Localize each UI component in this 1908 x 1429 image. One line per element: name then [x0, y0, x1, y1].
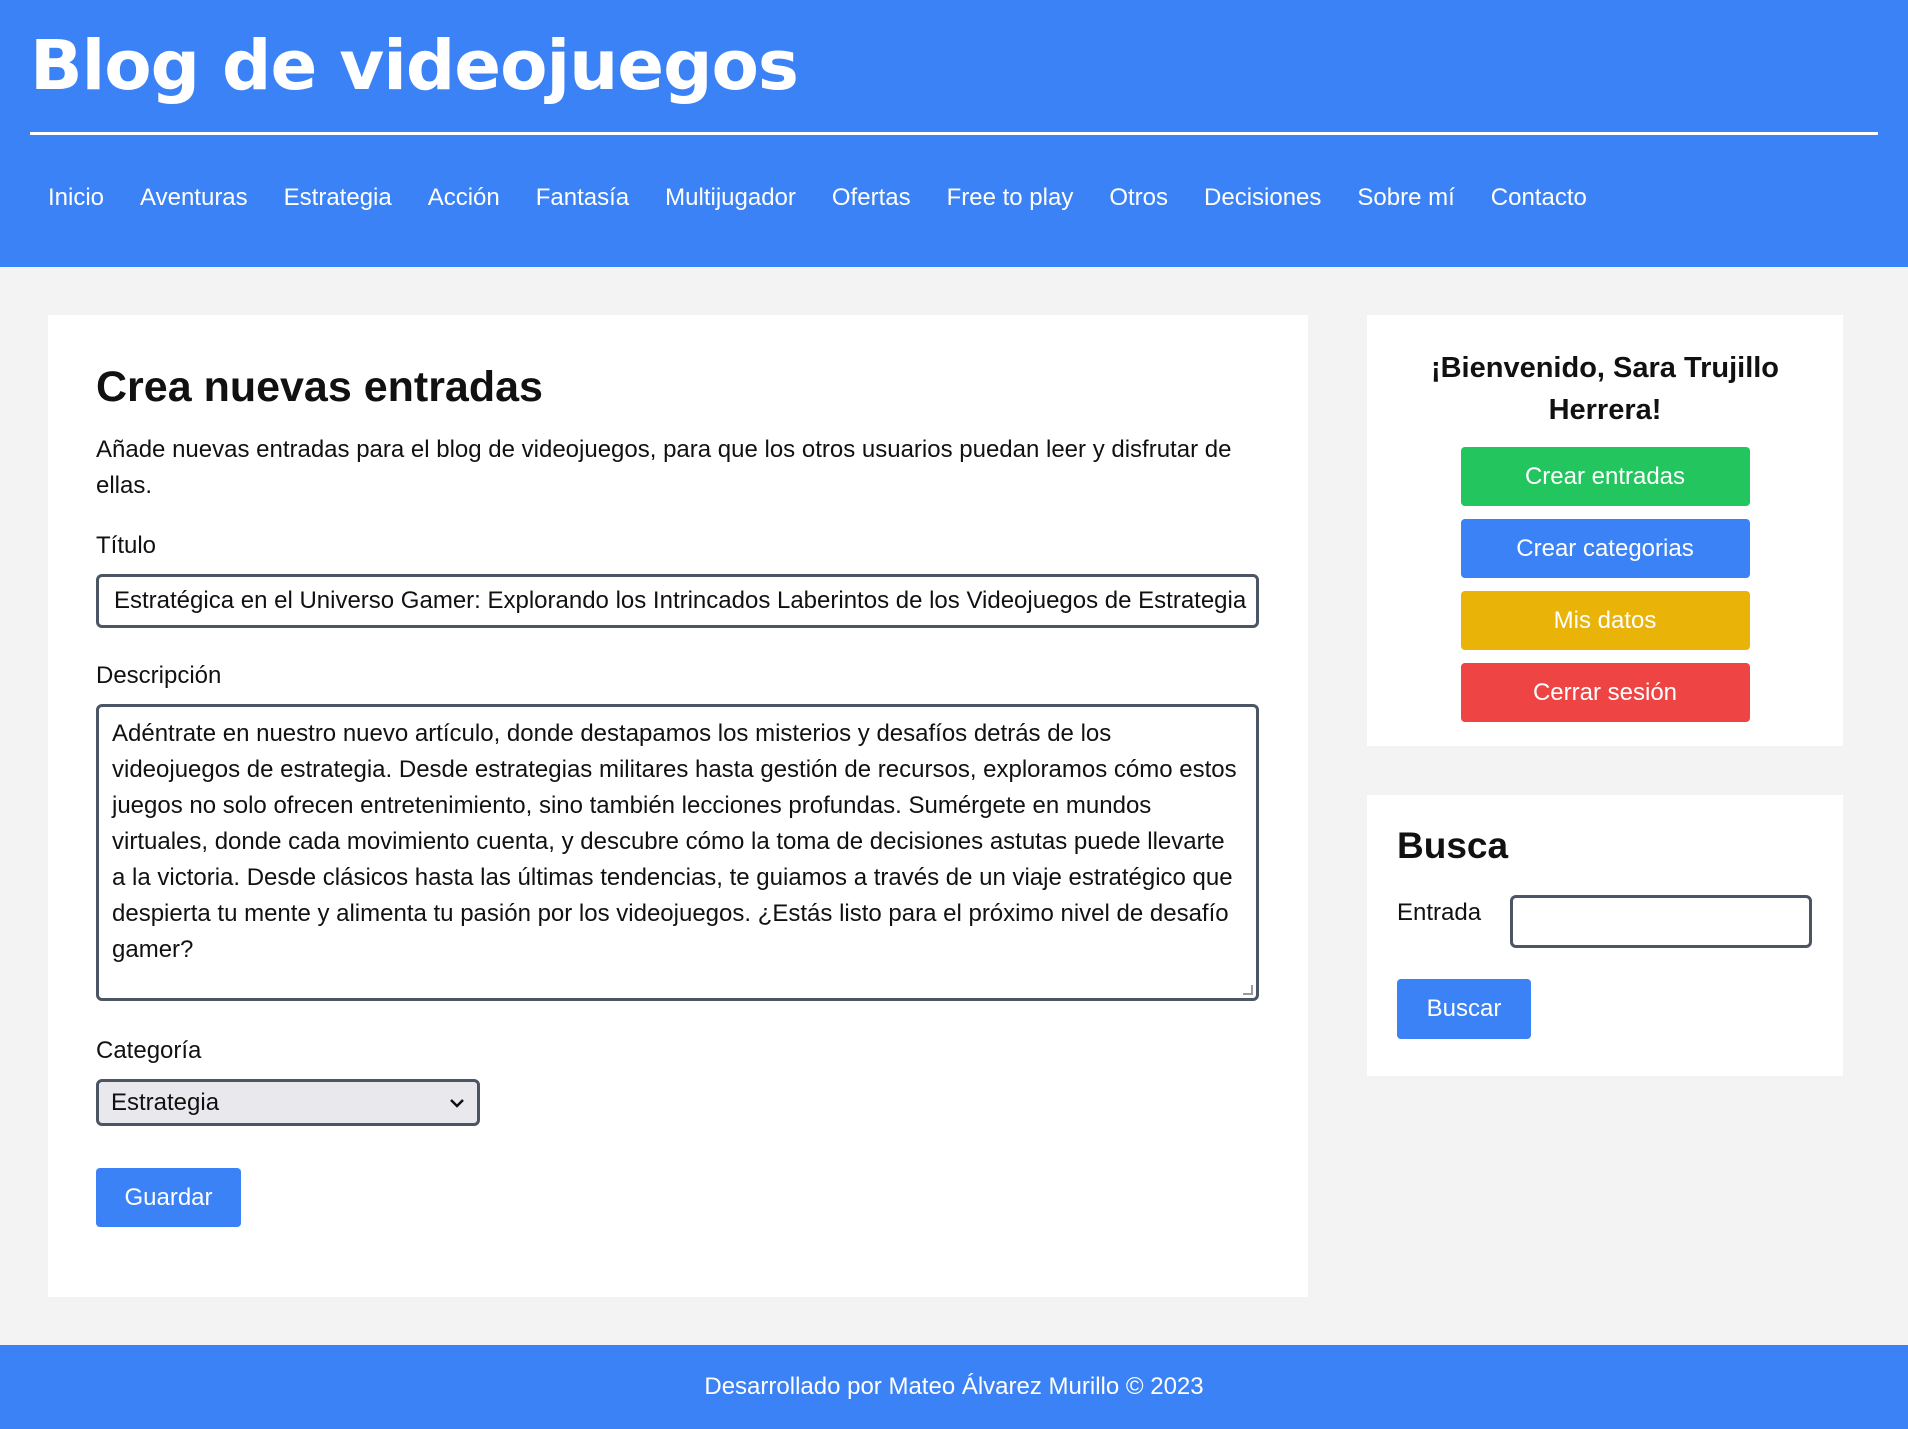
nav-item-multijugador[interactable]: Multijugador — [665, 184, 796, 212]
nav-item-contacto[interactable]: Contacto — [1491, 184, 1587, 212]
site-footer: Desarrollado por Mateo Álvarez Murillo ©… — [0, 1345, 1908, 1429]
nav-item-estrategia[interactable]: Estrategia — [284, 184, 392, 212]
nav-item-accion[interactable]: Acción — [428, 184, 500, 212]
chevron-down-icon — [449, 1092, 465, 1113]
save-button[interactable]: Guardar — [96, 1168, 241, 1227]
create-categories-button[interactable]: Crear categorias — [1460, 519, 1750, 578]
search-row: Entrada — [1397, 895, 1813, 948]
category-select[interactable]: Estrategia — [96, 1079, 480, 1126]
search-label: Entrada — [1397, 899, 1482, 926]
title-input-value: Estratégica en el Universo Gamer: Explor… — [114, 587, 1247, 614]
description-value: Adéntrate en nuestro nuevo artículo, don… — [112, 720, 1237, 963]
search-button[interactable]: Buscar — [1397, 979, 1531, 1039]
title-label: Título — [96, 532, 157, 559]
welcome-message: ¡Bienvenido, Sara Trujillo Herrera! — [1430, 352, 1780, 426]
create-post-card: Crea nuevas entradas Añade nuevas entrad… — [48, 315, 1308, 1297]
site-title[interactable]: Blog de videojuegos — [30, 0, 1878, 132]
nav-item-otros[interactable]: Otros — [1109, 184, 1168, 212]
site-header: Blog de videojuegos Inicio Aventuras Est… — [0, 0, 1908, 267]
category-label: Categoría — [96, 1037, 202, 1064]
resize-handle-icon[interactable] — [1243, 985, 1253, 995]
nav-item-sobre-mi[interactable]: Sobre mí — [1357, 184, 1454, 212]
logout-button[interactable]: Cerrar sesión — [1460, 663, 1750, 722]
main-nav: Inicio Aventuras Estrategia Acción Fanta… — [30, 135, 1878, 212]
footer-text: Desarrollado por Mateo Álvarez Murillo ©… — [704, 1373, 1204, 1400]
page-title: Crea nuevas entradas — [96, 363, 543, 411]
nav-item-aventuras[interactable]: Aventuras — [140, 184, 248, 212]
nav-item-inicio[interactable]: Inicio — [48, 184, 104, 212]
welcome-card: ¡Bienvenido, Sara Trujillo Herrera! Crea… — [1367, 315, 1843, 746]
nav-item-free-to-play[interactable]: Free to play — [947, 184, 1074, 212]
search-input[interactable] — [1510, 895, 1812, 948]
intro-text: Añade nuevas entradas para el blog de vi… — [96, 436, 1232, 499]
nav-item-fantasia[interactable]: Fantasía — [536, 184, 629, 212]
nav-item-ofertas[interactable]: Ofertas — [832, 184, 911, 212]
nav-item-decisiones[interactable]: Decisiones — [1204, 184, 1321, 212]
create-posts-button[interactable]: Crear entradas — [1460, 447, 1750, 506]
description-label: Descripción — [96, 662, 222, 689]
search-heading: Busca — [1397, 825, 1509, 866]
category-selected-value: Estrategia — [111, 1088, 220, 1116]
description-textarea[interactable]: Adéntrate en nuestro nuevo artículo, don… — [96, 704, 1259, 1001]
search-card: Busca Entrada Buscar — [1367, 795, 1843, 1076]
title-input[interactable]: Estratégica en el Universo Gamer: Explor… — [96, 574, 1259, 628]
my-data-button[interactable]: Mis datos — [1460, 591, 1750, 650]
